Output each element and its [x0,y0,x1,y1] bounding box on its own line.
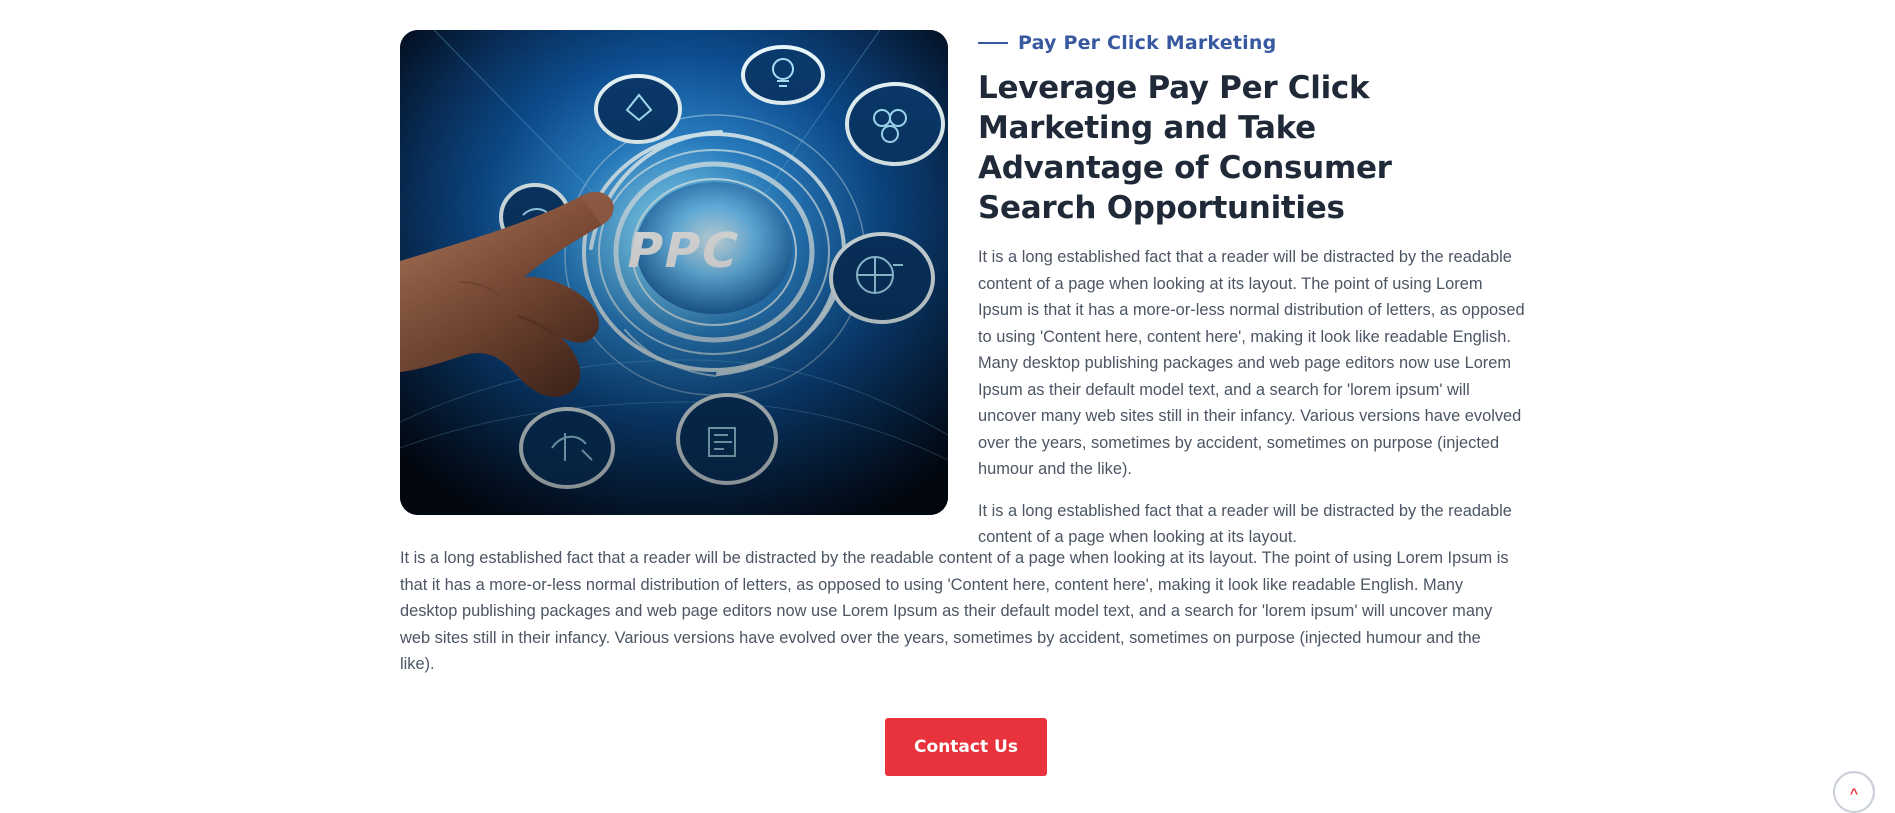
intro-paragraph: It is a long established fact that a rea… [978,248,1525,478]
contact-us-button[interactable]: Contact Us [885,718,1047,776]
cta-row: Contact Us [400,718,1532,776]
ppc-image: PPC [400,30,948,515]
section-eyebrow: Pay Per Click Marketing [978,30,1532,56]
chevron-up-icon: ^ [1849,785,1859,801]
hero-text: Pay Per Click Marketing Leverage Pay Per… [978,30,1532,551]
hero-row: PPC [400,30,1532,546]
scroll-to-top-button[interactable]: ^ [1833,771,1875,813]
eyebrow-line-decoration [978,42,1008,44]
eyebrow-label: Pay Per Click Marketing [1018,32,1277,54]
ppc-section: PPC [400,30,1532,776]
full-width-paragraph: It is a long established fact that a rea… [400,549,1509,673]
secondary-paragraph: It is a long established fact that a rea… [978,501,1512,547]
section-title: Leverage Pay Per Click Marketing and Tak… [978,70,1392,226]
